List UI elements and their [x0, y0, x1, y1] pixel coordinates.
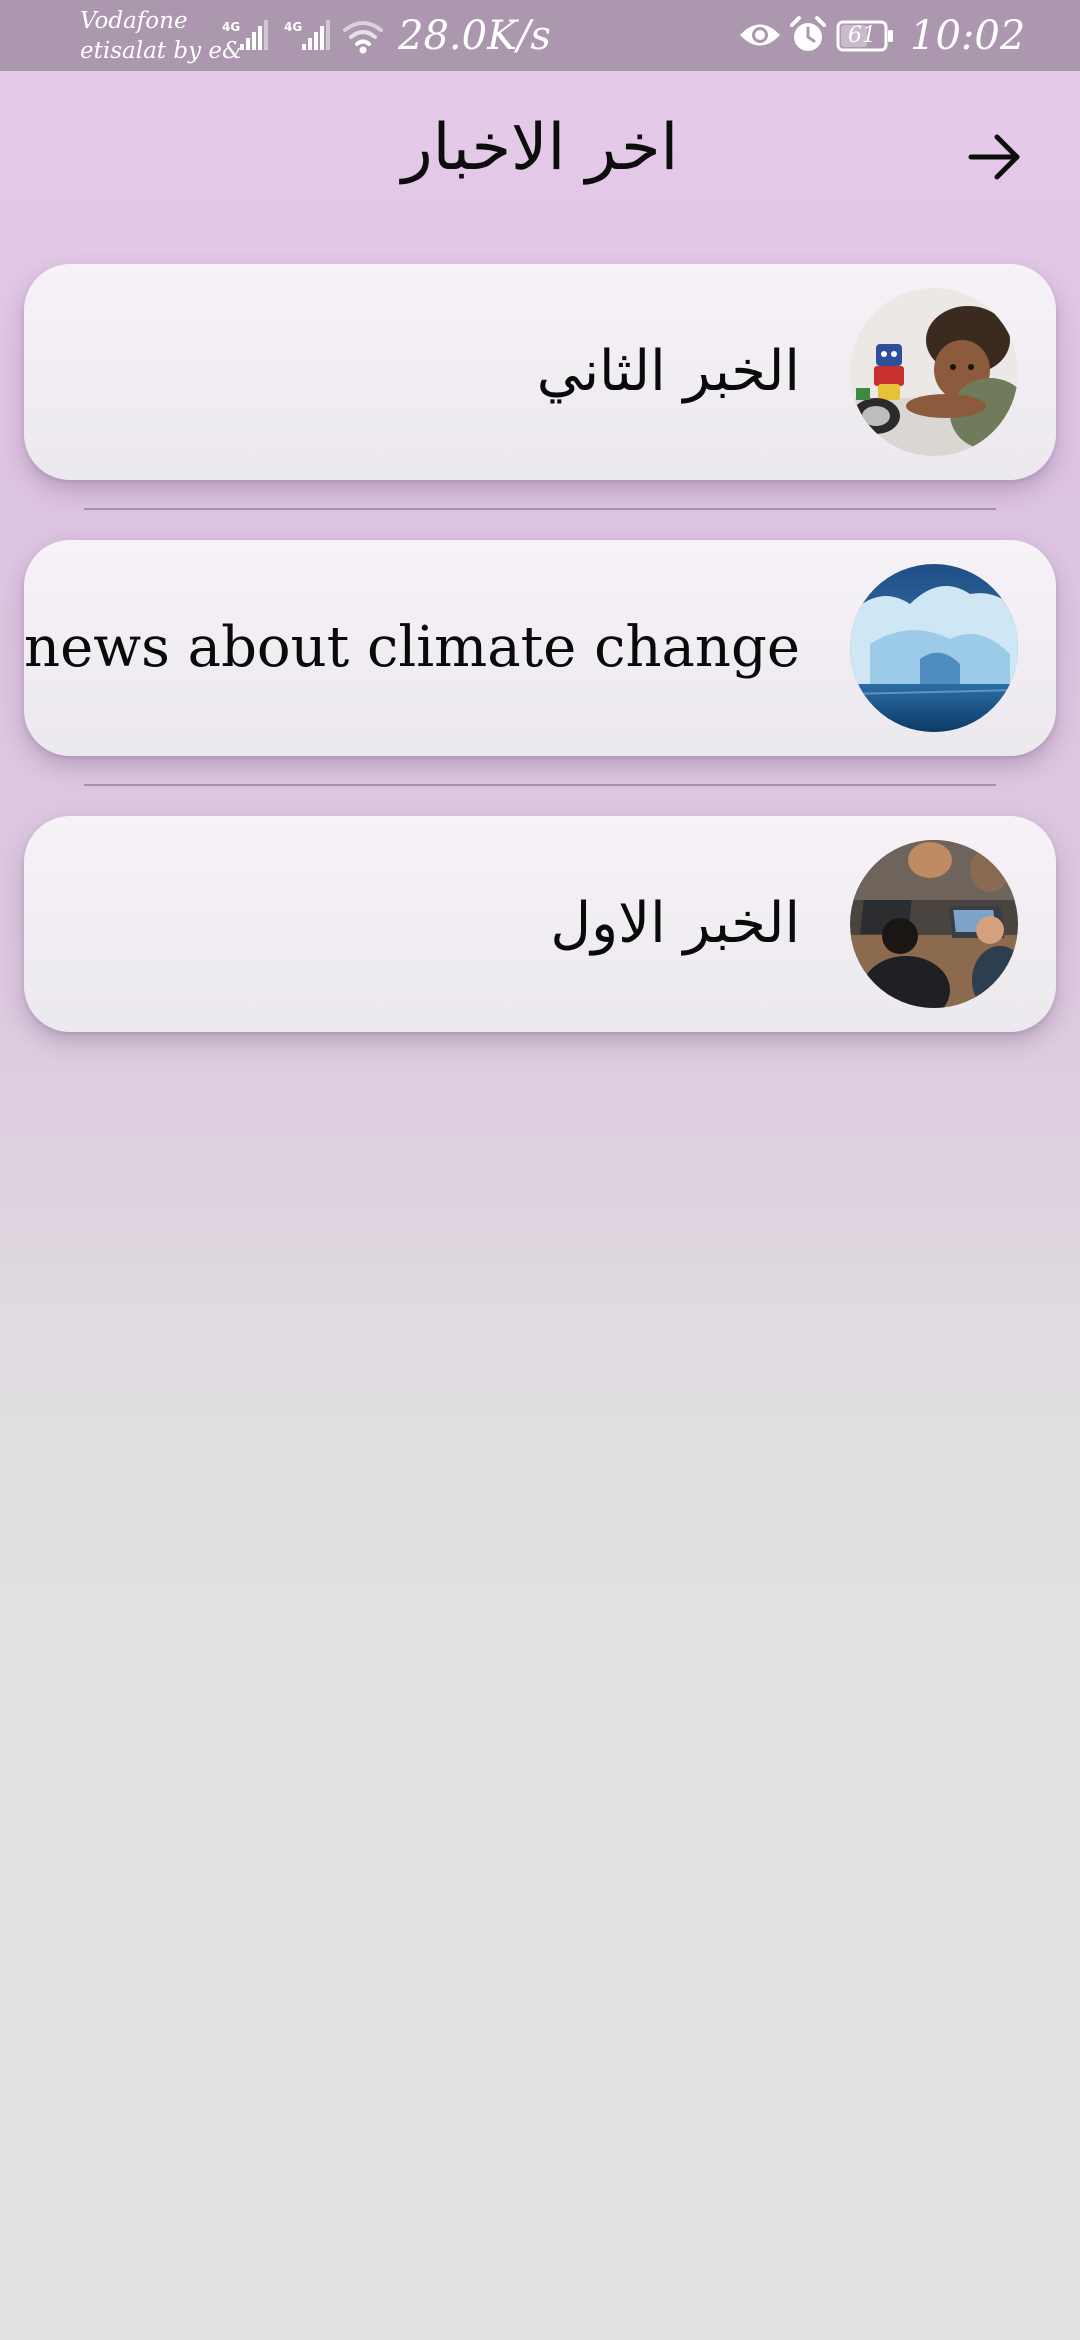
news-thumbnail	[850, 564, 1018, 732]
divider	[84, 508, 996, 510]
news-title: الخبر الثاني	[536, 339, 800, 404]
wifi-icon	[343, 21, 383, 54]
news-item[interactable]: الخبر الثاني	[24, 264, 1056, 480]
signal-type-label: 4G	[222, 20, 240, 34]
carrier-line-1: Vodafone	[80, 8, 188, 34]
clock: 10:02	[910, 13, 1026, 59]
news-thumbnail	[850, 288, 1018, 456]
alarm-icon	[790, 16, 826, 51]
carrier-name: Vodafone etisalat by e&	[80, 6, 242, 66]
page-title: اخر الاخبار	[401, 111, 679, 185]
news-item[interactable]: الخبر الاول	[24, 816, 1056, 1032]
battery-icon: 61	[836, 20, 896, 52]
signal-icon: 4G	[284, 20, 330, 50]
back-button[interactable]	[958, 120, 1032, 194]
network-speed: 28.0K/s	[398, 13, 551, 59]
status-bar: Vodafone etisalat by e& 4G 4G 28.0K/s 61…	[0, 0, 1080, 71]
news-title: news about climate change	[24, 615, 800, 680]
news-thumbnail	[850, 840, 1018, 1008]
carrier-line-2: etisalat by e&	[80, 38, 243, 64]
signal-type-label: 4G	[284, 20, 302, 34]
arrow-right-icon	[968, 134, 1020, 180]
eye-icon	[740, 24, 780, 46]
signal-icon: 4G	[222, 20, 268, 50]
battery-level: 61	[848, 23, 876, 48]
news-item[interactable]: news about climate change	[24, 540, 1056, 756]
news-title: الخبر الاول	[550, 891, 800, 956]
divider	[84, 784, 996, 786]
